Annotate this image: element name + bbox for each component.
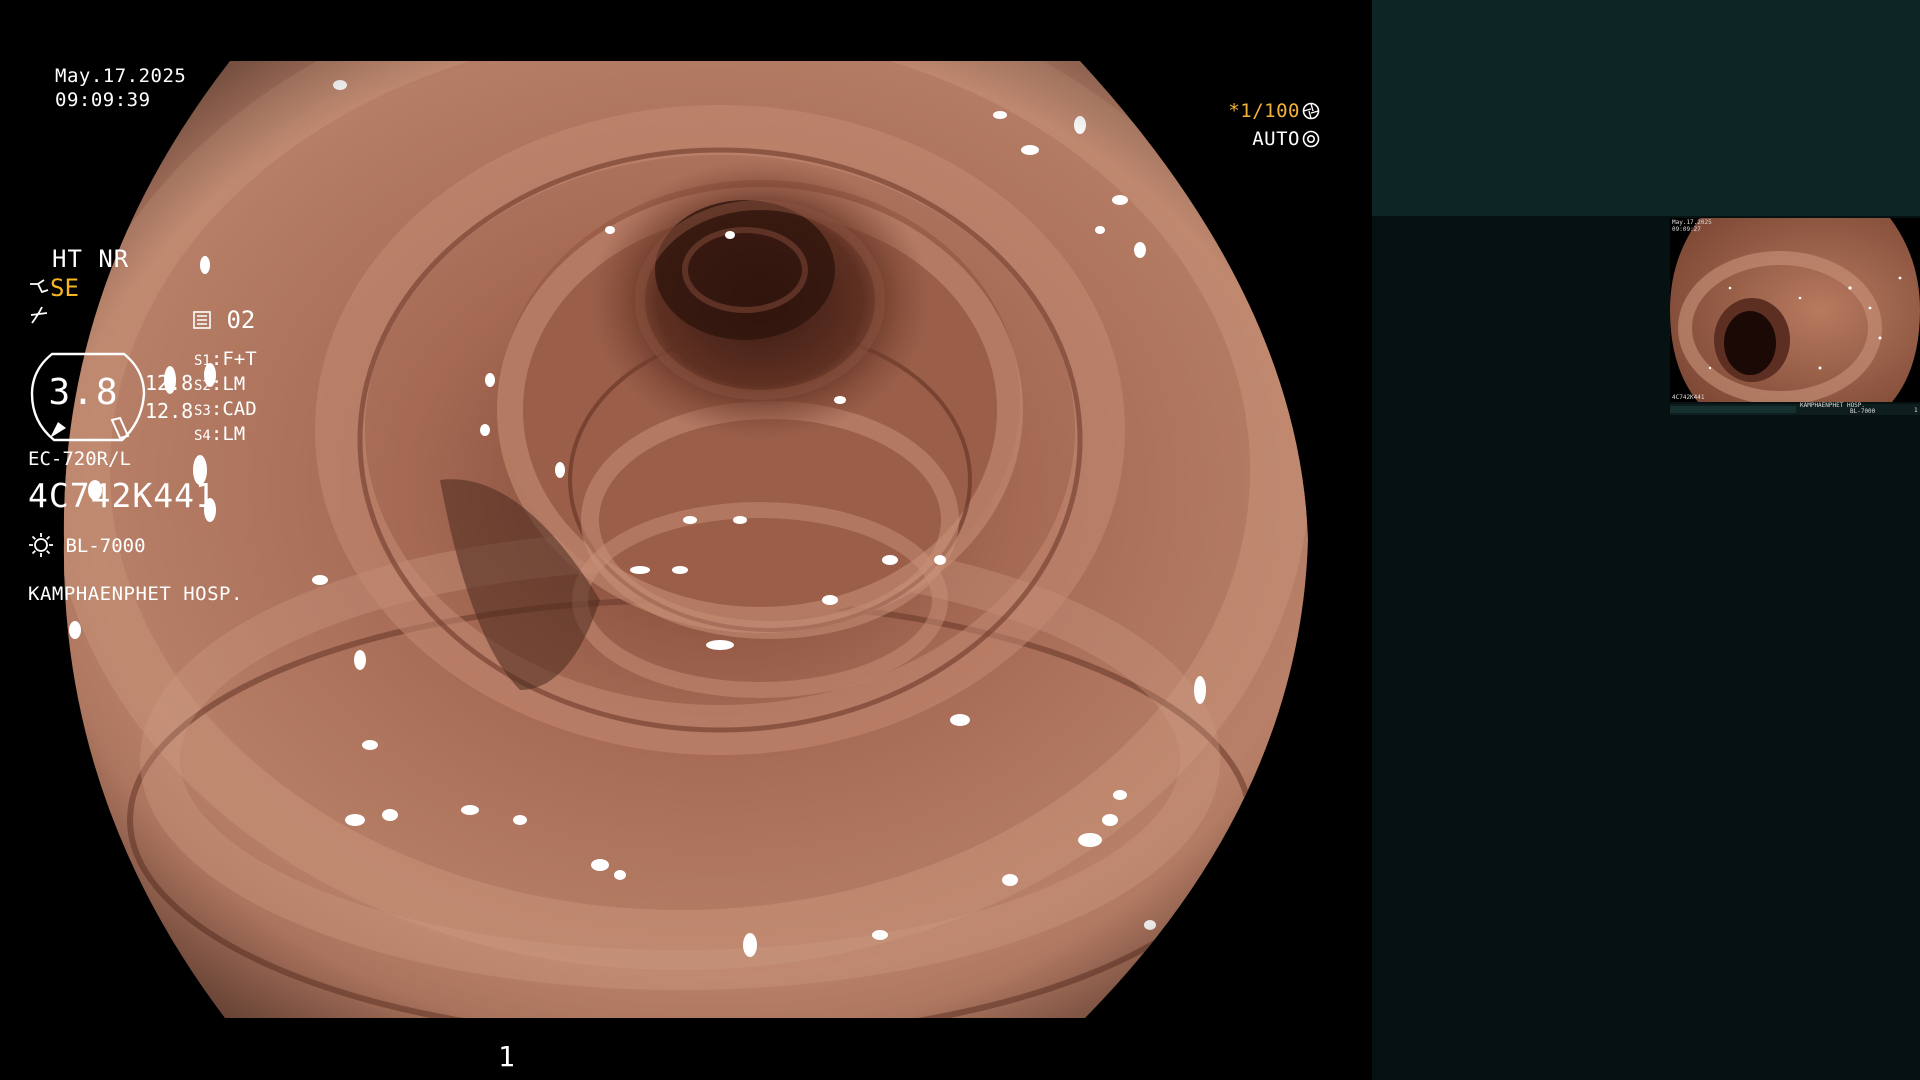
thumbnail-light-source: BL-7000 — [1850, 408, 1876, 415]
light-source-icon — [28, 533, 54, 557]
thumbnail-date: May.17.2025 — [1672, 219, 1712, 226]
thumbnail-page-number: 1 — [1914, 407, 1918, 414]
page-number: 1 — [498, 1040, 515, 1073]
aperture-icon — [1302, 102, 1320, 126]
info-panel — [1372, 0, 1920, 1080]
color-mode — [28, 305, 50, 331]
structure-enhance-icon — [28, 274, 50, 302]
zoom-value: 3.8 — [48, 372, 120, 413]
thumbnail-info-bar: KAMPHAENPHET HOSP. BL-7000 1 — [1670, 402, 1920, 415]
switch-s4: S4:LM — [194, 423, 246, 445]
auto-iris-icon — [1302, 130, 1320, 154]
endoscope-image — [63, 61, 1309, 1018]
shutter-speed: *1/100 — [1228, 99, 1320, 126]
capture-thumbnail[interactable]: May.17.2025 09:09:27 4C742K441 — [1670, 218, 1920, 402]
color-mode-icon — [28, 306, 50, 331]
thumbnail-serial: 4C742K441 — [1672, 394, 1705, 401]
mucosa-field — [63, 61, 1309, 1018]
shutter-speed-value: *1/100 — [1228, 100, 1300, 122]
light-source: BL-7000 — [28, 532, 146, 558]
exposure-mode: AUTO — [1252, 127, 1320, 154]
switch-s2-label: S2 — [194, 378, 211, 394]
thumbnail-bar-segment — [1670, 406, 1796, 413]
scope-serial: 4C742K441 — [28, 476, 216, 515]
capture-date: May.17.2025 — [55, 65, 187, 87]
switch-s2-value: LM — [222, 373, 246, 395]
memory-channel: 02 — [192, 306, 255, 334]
structure-enhancement-value: SE — [50, 274, 79, 302]
switch-s3-value: CAD — [222, 398, 257, 420]
switch-s3-label: S3 — [194, 403, 211, 419]
endoscope-live-view: May.17.2025 09:09:39 *1/100 AUTO — [0, 0, 1372, 1080]
scope-model: EC-720R/L — [28, 448, 131, 470]
switch-s1-value: F+T — [222, 348, 257, 370]
readout-1: 12.8 — [145, 371, 194, 395]
panel-header-area — [1372, 0, 1920, 216]
capture-time: 09:09:39 — [55, 89, 151, 111]
light-source-value: BL-7000 — [65, 535, 146, 557]
memory-channel-value: 02 — [226, 306, 256, 334]
structure-enhancement: SE — [28, 274, 79, 302]
switch-s4-label: S4 — [194, 428, 211, 444]
hospital-name: KAMPHAENPHET HOSP. — [28, 583, 243, 605]
switch-s1: S1:F+T — [194, 348, 257, 370]
memo-icon — [192, 306, 212, 334]
exposure-mode-value: AUTO — [1252, 128, 1300, 150]
switch-s3: S3:CAD — [194, 398, 257, 420]
thumbnail-time: 09:09:27 — [1672, 226, 1701, 233]
switch-s1-label: S1 — [194, 353, 211, 369]
switch-s2: S2:LM — [194, 373, 246, 395]
thumbnail-image — [1670, 218, 1920, 402]
switch-s4-value: LM — [222, 423, 246, 445]
image-enhancement: HT NR — [52, 245, 130, 273]
capture-datetime: May.17.2025 09:09:39 — [55, 64, 186, 112]
readout-2: 12.8 — [145, 399, 194, 423]
